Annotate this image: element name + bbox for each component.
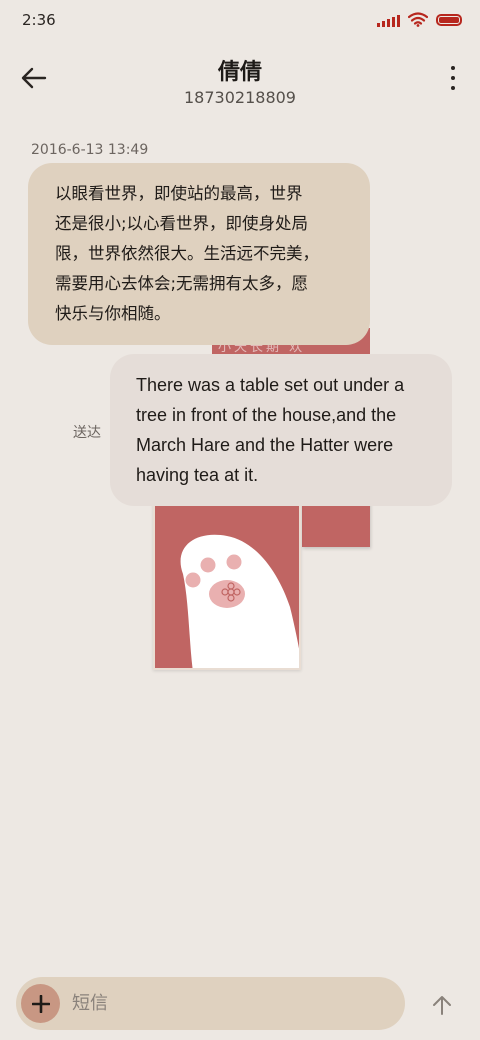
conversation-header: 倩倩 18730218809 — [0, 44, 480, 114]
message-composer — [16, 977, 405, 1030]
plus-icon — [31, 994, 50, 1013]
contact-name: 倩倩 — [217, 60, 262, 85]
photo-thumbnail-side[interactable] — [302, 500, 370, 547]
message-input[interactable] — [72, 977, 392, 1030]
send-arrow-icon — [433, 996, 451, 1015]
photo-attachment[interactable] — [153, 500, 301, 670]
battery-fill — [439, 16, 459, 23]
more-vertical-icon — [451, 66, 455, 70]
incoming-message-bubble[interactable]: 以眼看世界，即使站的最高，世界 还是很小;以心看世界，即使身处局 限，世界依然很… — [28, 163, 370, 345]
cat-paw-icon — [180, 534, 299, 668]
battery-icon — [436, 13, 462, 26]
signal-icon — [377, 13, 400, 27]
outgoing-message-bubble[interactable]: There was a table set out under a tree i… — [110, 354, 452, 506]
add-attachment-button[interactable] — [21, 984, 60, 1023]
status-icons — [377, 12, 462, 27]
title-block: 倩倩 18730218809 — [0, 54, 480, 107]
status-time: 2:36 — [22, 11, 56, 29]
delivery-status: 送达 — [73, 425, 101, 441]
wifi-icon — [408, 12, 428, 27]
more-options-button[interactable] — [446, 66, 460, 90]
status-bar: 2:36 — [0, 0, 480, 44]
message-timestamp: 2016-6-13 13:49 — [31, 142, 149, 158]
contact-number: 18730218809 — [184, 88, 296, 107]
send-button[interactable] — [427, 990, 457, 1020]
